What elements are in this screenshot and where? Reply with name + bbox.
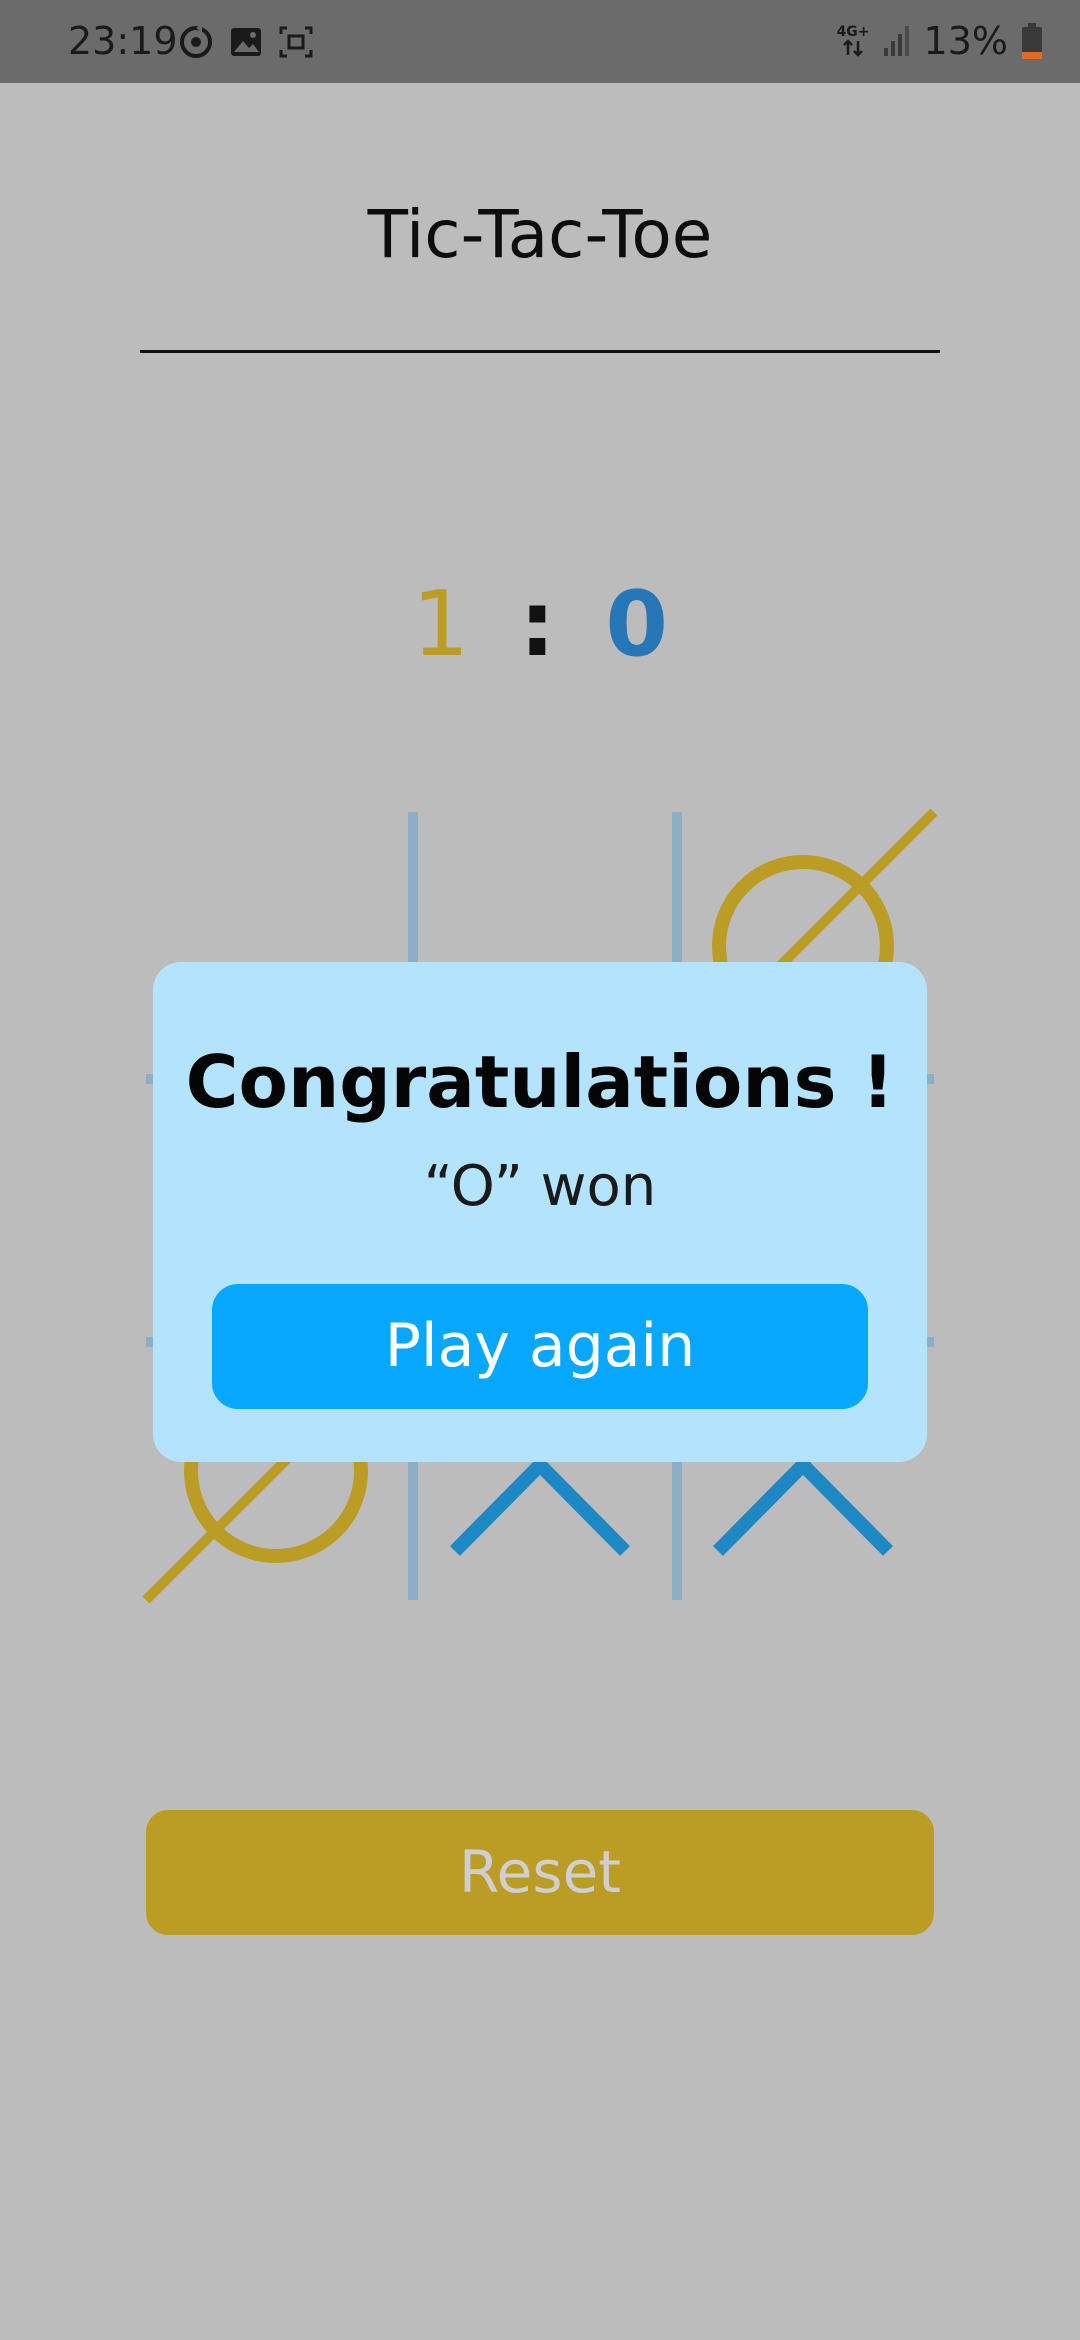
play-again-button[interactable]: Play again [212, 1284, 868, 1409]
dialog-title: Congratulations ! [185, 1040, 895, 1124]
win-dialog: Congratulations ! “O” won Play again [153, 962, 927, 1462]
reset-button[interactable]: Reset [146, 1810, 934, 1935]
dialog-message: “O” won [423, 1154, 657, 1219]
